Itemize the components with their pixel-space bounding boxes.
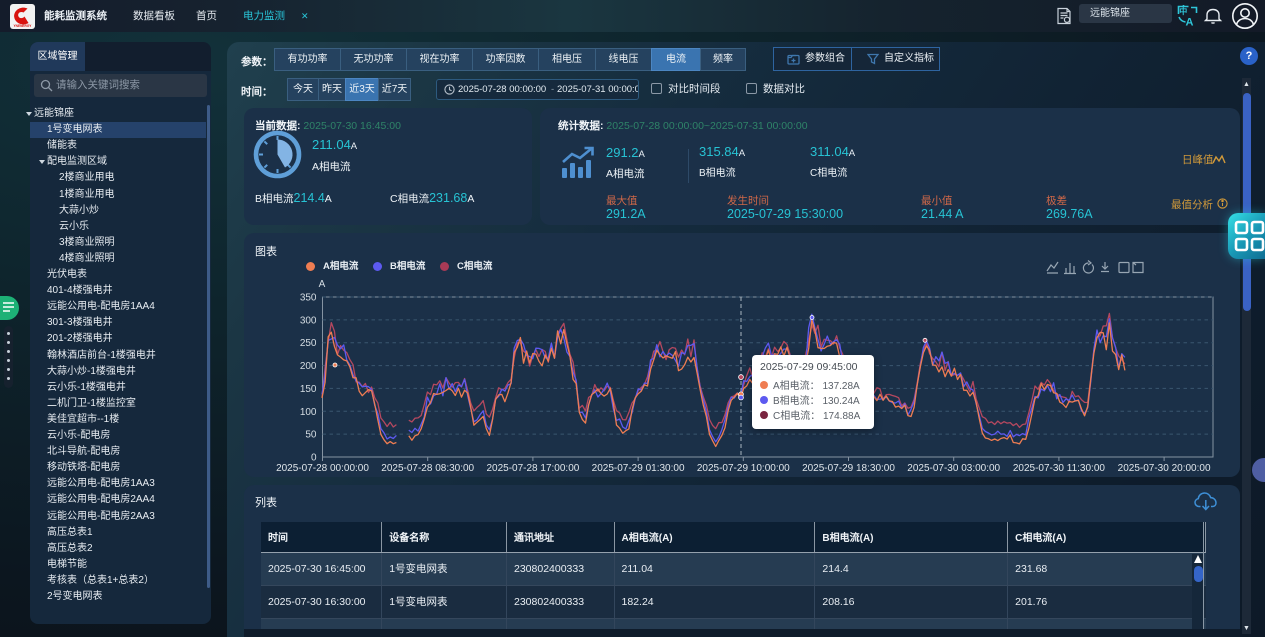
svg-text:2025-07-30 03:00:00: 2025-07-30 03:00:00 xyxy=(907,463,1000,474)
svg-text:2025-07-30 20:00:00: 2025-07-30 20:00:00 xyxy=(1118,463,1211,474)
svg-text:2025-07-29 18:30:00: 2025-07-29 18:30:00 xyxy=(802,463,895,474)
svg-text:0: 0 xyxy=(311,453,317,464)
svg-text:中: 中 xyxy=(1179,6,1187,16)
svg-text:350: 350 xyxy=(300,293,317,304)
svg-text:A: A xyxy=(319,279,326,290)
svg-text:2025-07-29 10:00:00: 2025-07-29 10:00:00 xyxy=(697,463,790,474)
svg-text:100: 100 xyxy=(300,407,317,418)
svg-text:2025-07-30 11:30:00: 2025-07-30 11:30:00 xyxy=(1013,463,1106,474)
svg-text:2025-07-28 00:00:00: 2025-07-28 00:00:00 xyxy=(276,463,369,474)
svg-text:150: 150 xyxy=(300,384,317,395)
svg-text:300: 300 xyxy=(300,315,317,326)
svg-text:2025-07-28 17:00:00: 2025-07-28 17:00:00 xyxy=(486,463,579,474)
svg-text:50: 50 xyxy=(305,430,317,441)
svg-text:A: A xyxy=(1186,17,1194,27)
svg-text:YNENERGY: YNENERGY xyxy=(14,24,33,28)
svg-text:2025-07-29 01:30:00: 2025-07-29 01:30:00 xyxy=(592,463,685,474)
svg-text:200: 200 xyxy=(300,361,317,372)
svg-text:250: 250 xyxy=(300,338,317,349)
svg-text:2025-07-28 08:30:00: 2025-07-28 08:30:00 xyxy=(381,463,474,474)
